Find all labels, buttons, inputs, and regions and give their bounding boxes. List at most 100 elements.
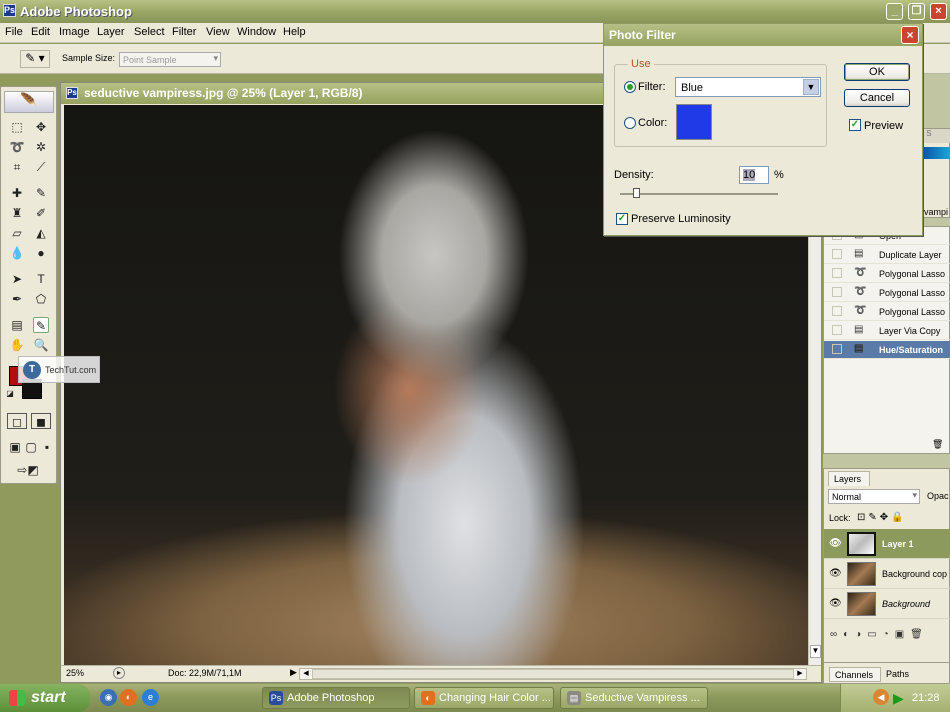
taskbar-item-firefox[interactable]: ◐ Changing Hair Color ... bbox=[414, 687, 554, 709]
screen-mode-standard-icon[interactable]: ▣ bbox=[7, 439, 23, 455]
visibility-eye-icon[interactable]: 👁 bbox=[829, 568, 842, 579]
cancel-button[interactable]: Cancel bbox=[844, 89, 910, 107]
history-item[interactable]: ➰ Polygonal Lasso bbox=[824, 284, 950, 302]
internet-explorer-icon[interactable]: e bbox=[142, 689, 159, 706]
hand-tool-icon[interactable]: ✋ bbox=[9, 337, 25, 353]
chevron-down-icon[interactable]: ▼ bbox=[803, 79, 819, 95]
layer-row[interactable]: 👁 Background bbox=[824, 589, 950, 619]
default-colors-icon[interactable]: ◪ bbox=[5, 389, 15, 399]
blend-mode-select[interactable]: Normal ▾ bbox=[828, 489, 920, 504]
sample-size-select[interactable]: Point Sample ▾ bbox=[119, 52, 221, 67]
zoom-level[interactable]: 25% bbox=[66, 668, 84, 678]
history-item[interactable]: ▤ Duplicate Layer bbox=[824, 246, 950, 264]
dodge-tool-icon[interactable]: ● bbox=[33, 245, 49, 261]
eyedropper-preset-icon[interactable]: ✎ ▾ bbox=[20, 50, 50, 68]
layer-actions-icons[interactable]: ∞◐◑▭◔▣🗑 bbox=[830, 629, 948, 643]
status-arrow-icon[interactable]: ▶ bbox=[290, 667, 297, 678]
history-item[interactable]: ➰ Polygonal Lasso bbox=[824, 265, 950, 283]
standard-mode-icon[interactable]: ◻ bbox=[7, 413, 27, 429]
ok-button[interactable]: OK bbox=[844, 63, 910, 81]
tab-channels[interactable]: Channels bbox=[829, 667, 881, 682]
color-radio[interactable] bbox=[624, 117, 636, 129]
taskbar-item-document[interactable]: ▤ Seductive Vampiress ... bbox=[560, 687, 708, 709]
zoom-tool-icon[interactable]: 🔍 bbox=[33, 337, 49, 353]
shape-tool-icon[interactable]: ⬠ bbox=[33, 291, 49, 307]
preview-checkbox[interactable]: ✓ bbox=[849, 119, 861, 131]
visibility-eye-icon[interactable]: 👁 bbox=[829, 538, 842, 549]
menu-filter[interactable]: Filter bbox=[172, 26, 196, 38]
type-tool-icon[interactable]: T bbox=[33, 271, 49, 287]
dialog-title-bar[interactable]: Photo Filter × bbox=[604, 24, 922, 46]
eraser-tool-icon[interactable]: ▱ bbox=[9, 225, 25, 241]
layer-row[interactable]: 👁 Background cop bbox=[824, 559, 950, 589]
path-selection-tool-icon[interactable]: ➤ bbox=[9, 271, 25, 287]
history-item[interactable]: ▤ Layer Via Copy bbox=[824, 322, 950, 340]
eyedropper-tool-icon[interactable]: ✎ bbox=[33, 317, 49, 333]
pen-tool-icon[interactable]: ✒ bbox=[9, 291, 25, 307]
restore-button[interactable]: ❐ bbox=[908, 3, 925, 20]
menu-layer[interactable]: Layer bbox=[97, 26, 125, 38]
filter-radio[interactable] bbox=[624, 81, 636, 93]
magic-wand-tool-icon[interactable]: ✲ bbox=[33, 139, 49, 155]
jump-to-imageready-icon[interactable]: ⇨◩ bbox=[9, 462, 47, 478]
tab-layers[interactable]: Layers bbox=[828, 471, 870, 486]
move-tool-icon[interactable]: ✥ bbox=[33, 119, 49, 135]
quick-launch-icon[interactable]: ◉ bbox=[100, 689, 117, 706]
photo-filter-dialog: Photo Filter × Use Filter: Blue ▼ Color:… bbox=[603, 23, 923, 236]
history-item-active[interactable]: ▤ Hue/Saturation bbox=[824, 341, 950, 359]
preserve-luminosity-checkbox[interactable]: ✓ bbox=[616, 213, 628, 225]
clone-stamp-tool-icon[interactable]: ♜ bbox=[9, 205, 25, 221]
density-slider-thumb[interactable] bbox=[632, 188, 640, 198]
brush-tool-icon[interactable]: ✎ bbox=[33, 185, 49, 201]
menu-select[interactable]: Select bbox=[134, 26, 165, 38]
menu-image[interactable]: Image bbox=[59, 26, 90, 38]
menu-help[interactable]: Help bbox=[283, 26, 306, 38]
lasso-tool-icon[interactable]: ➰ bbox=[9, 139, 25, 155]
visibility-eye-icon[interactable]: 👁 bbox=[829, 598, 842, 609]
slice-tool-icon[interactable]: ⟋ bbox=[33, 159, 49, 175]
history-item[interactable]: ➰ Polygonal Lasso bbox=[824, 303, 950, 321]
filter-color-swatch[interactable] bbox=[676, 104, 712, 140]
play-icon[interactable]: ▶ bbox=[893, 690, 904, 707]
density-field[interactable]: 10 bbox=[739, 166, 769, 184]
density-slider-track[interactable] bbox=[620, 193, 778, 195]
menu-view[interactable]: View bbox=[206, 26, 230, 38]
marquee-tool-icon[interactable]: ⬚ bbox=[9, 119, 25, 135]
scroll-down-icon[interactable]: ▼ bbox=[810, 645, 821, 658]
screen-mode-full-menu-icon[interactable]: ▢ bbox=[23, 439, 39, 455]
color-ramp[interactable] bbox=[920, 147, 950, 159]
layer-row-active[interactable]: 👁 Layer 1 bbox=[824, 529, 950, 559]
firefox-icon[interactable]: ◐ bbox=[120, 689, 137, 706]
scroll-right-icon[interactable]: ▶ bbox=[794, 669, 806, 679]
screen-mode-full-icon[interactable]: ▪ bbox=[39, 439, 55, 455]
scroll-thumb[interactable] bbox=[312, 669, 794, 679]
menu-window[interactable]: Window bbox=[237, 26, 276, 38]
dialog-close-button[interactable]: × bbox=[901, 26, 919, 44]
start-button[interactable]: start bbox=[0, 684, 90, 712]
lock-icons[interactable]: ⊡✎✥🔒 bbox=[857, 512, 907, 523]
minimize-button[interactable]: _ bbox=[886, 3, 903, 20]
scroll-left-icon[interactable]: ◀ bbox=[300, 669, 312, 679]
close-button[interactable]: × bbox=[930, 3, 947, 20]
menu-edit[interactable]: Edit bbox=[31, 26, 50, 38]
notes-tool-icon[interactable]: ▤ bbox=[9, 317, 25, 333]
sample-size-label: Sample Size: bbox=[62, 53, 116, 63]
crop-tool-icon[interactable]: ⌗ bbox=[9, 159, 25, 175]
blur-tool-icon[interactable]: 💧 bbox=[9, 245, 25, 261]
taskbar-item-photoshop[interactable]: Ps Adobe Photoshop bbox=[262, 687, 410, 709]
palette-tab[interactable]: s S bbox=[920, 129, 950, 143]
quick-mask-mode-icon[interactable]: ◼ bbox=[31, 413, 51, 429]
menu-file[interactable]: File bbox=[5, 26, 23, 38]
feather-icon[interactable]: 🪶 bbox=[4, 91, 54, 113]
status-menu-icon[interactable]: ▸ bbox=[113, 667, 125, 679]
filter-select[interactable]: Blue ▼ bbox=[675, 77, 821, 97]
document-icon: Ps bbox=[66, 87, 78, 99]
trash-icon[interactable]: 🗑 bbox=[932, 439, 944, 449]
windows-logo-icon bbox=[9, 690, 25, 706]
paint-bucket-tool-icon[interactable]: ◭ bbox=[33, 225, 49, 241]
tab-paths[interactable]: Paths bbox=[886, 669, 909, 679]
healing-brush-tool-icon[interactable]: ✚ bbox=[9, 185, 25, 201]
horizontal-scrollbar[interactable]: ◀ ▶ bbox=[299, 668, 807, 680]
back-arrow-icon[interactable]: ◀ bbox=[873, 689, 889, 705]
history-brush-tool-icon[interactable]: ✐ bbox=[33, 205, 49, 221]
